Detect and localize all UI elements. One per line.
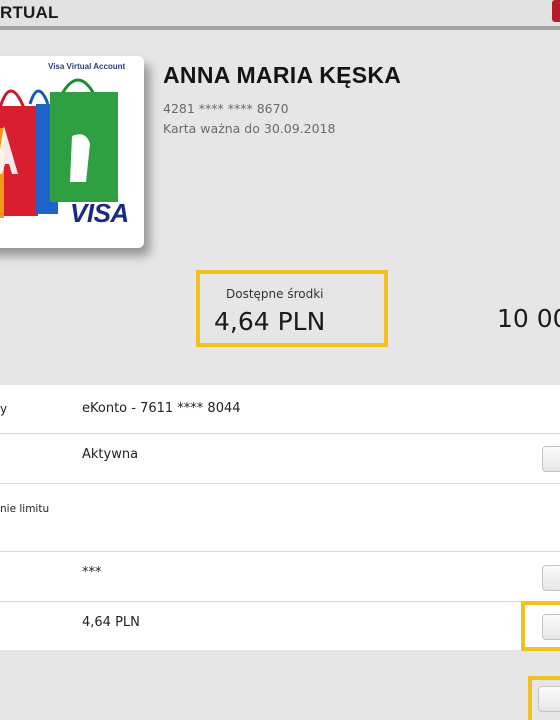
list-item-pin: ***	[0, 552, 560, 602]
status-toggle-button[interactable]	[542, 446, 560, 472]
row-value-pin: ***	[82, 565, 102, 580]
pin-change-button[interactable]	[542, 565, 560, 591]
card-owner-name: ANNA MARIA KĘSKA	[163, 62, 402, 88]
list-item-account: y eKonto - 7611 **** 8044	[0, 385, 560, 434]
header-menu-button[interactable]	[552, 0, 560, 22]
card-number: 4281 **** **** 8670	[163, 101, 289, 116]
available-funds-value: 4,64 PLN	[214, 307, 326, 336]
available-funds-label: Dostępne środki	[226, 287, 324, 301]
list-item-funds: 4,64 PLN	[0, 602, 560, 650]
row-value-account: eKonto - 7611 **** 8044	[82, 401, 241, 416]
card-limit-value: 10 00	[497, 304, 560, 333]
bottom-action-button[interactable]	[538, 686, 560, 712]
row-label-limit: nie limitu	[0, 503, 50, 515]
list-item-status: Aktywna	[0, 434, 560, 484]
available-funds-box: Dostępne środki 4,64 PLN	[196, 270, 388, 347]
card-valid-until: Karta ważna do 30.09.2018	[163, 121, 336, 136]
list-item-limit: nie limitu	[0, 484, 560, 552]
row-value-status: Aktywna	[82, 447, 139, 462]
card-details-list: y eKonto - 7611 **** 8044 Aktywna nie li…	[0, 385, 560, 650]
row-value-funds: 4,64 PLN	[82, 615, 140, 630]
page-header: RTUAL	[0, 0, 560, 30]
visa-logo: VISA	[70, 198, 129, 228]
row-label-account: y	[0, 402, 8, 416]
page-title: RTUAL	[0, 3, 59, 22]
card-brand-label: Visa Virtual Account	[48, 62, 126, 71]
virtual-card-image: Visa Virtual Account VISA	[0, 56, 144, 248]
funds-button-highlight	[521, 601, 560, 651]
